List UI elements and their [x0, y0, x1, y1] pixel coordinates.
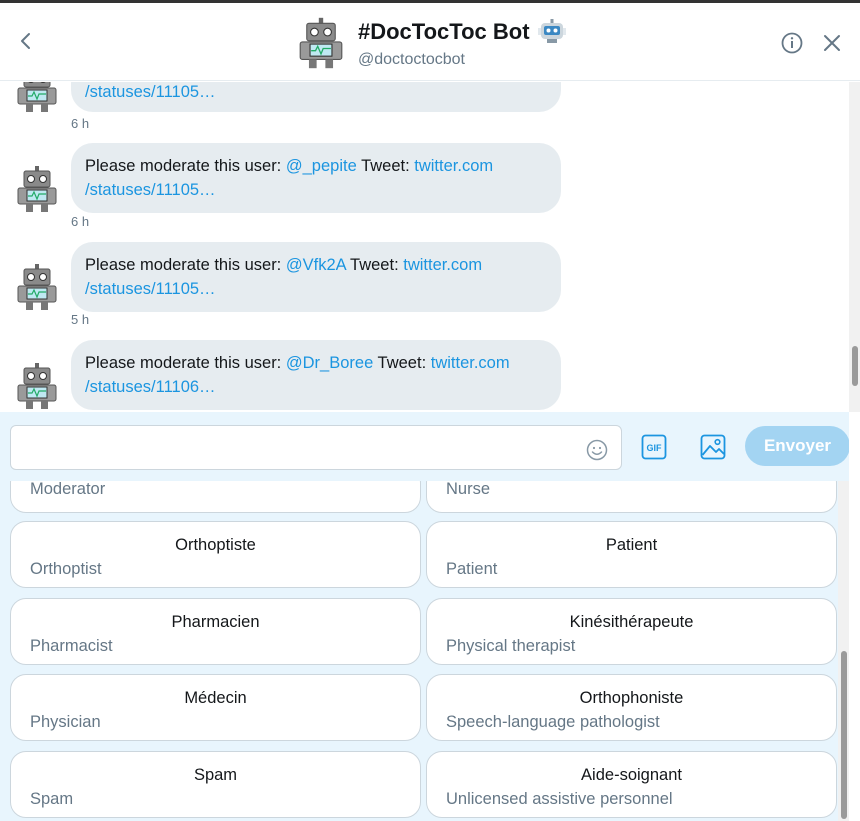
quick-reply-moderator[interactable]: Moderator — [10, 481, 421, 513]
quick-reply-physician[interactable]: Médecin Physician — [10, 674, 421, 741]
quick-reply-physical-therapist[interactable]: Kinésithérapeute Physical therapist — [426, 598, 837, 665]
message-bubble: /statuses/11105… — [71, 82, 561, 112]
option-title: Pharmacien — [171, 613, 260, 631]
send-button[interactable]: Envoyer — [745, 426, 850, 466]
back-arrow-icon[interactable] — [14, 29, 38, 53]
bot-message-avatar[interactable] — [16, 264, 58, 310]
gif-icon[interactable]: GIF — [641, 434, 667, 460]
option-subtitle: Moderator — [30, 481, 106, 498]
message-text: Please moderate this user: — [85, 157, 282, 175]
message-text: Please moderate this user: — [85, 354, 282, 372]
robot-emoji-icon — [537, 19, 566, 45]
message-list[interactable]: /statuses/11105… 6 h Please moderate thi… — [0, 82, 860, 412]
option-title: Médecin — [184, 689, 247, 707]
message-bubble: Please moderate this user: @Dr_Boree Twe… — [71, 340, 561, 410]
option-subtitle: Orthoptist — [30, 560, 102, 578]
tweet-link[interactable]: twitter.com — [403, 256, 482, 274]
quick-reply-nurse[interactable]: Nurse — [426, 481, 837, 513]
scrollbar-thumb[interactable] — [841, 651, 847, 819]
tweet-link[interactable]: /statuses/11105… — [85, 83, 216, 101]
bot-message-avatar[interactable] — [16, 82, 58, 112]
option-subtitle: Unlicensed assistive personnel — [446, 790, 673, 808]
tweet-label: Tweet: — [350, 256, 399, 274]
tweet-link-path[interactable]: /statuses/11106… — [85, 378, 216, 396]
tweet-link-path[interactable]: /statuses/11105… — [85, 280, 216, 298]
option-title: Kinésithérapeute — [569, 613, 694, 631]
option-title: Patient — [605, 536, 658, 554]
message-time: 5 h — [71, 312, 90, 327]
conversation-header: #DocTocToc Bot @doctoctocbot — [0, 3, 860, 81]
quick-reply-spam[interactable]: Spam Spam — [10, 751, 421, 818]
tweet-link-path[interactable]: /statuses/11105… — [85, 181, 216, 199]
tweet-label: Tweet: — [377, 354, 427, 372]
option-title: Spam — [193, 766, 238, 784]
window-right-edge — [849, 412, 860, 821]
message-scrollbar[interactable] — [849, 82, 860, 412]
quick-reply-speech-pathologist[interactable]: Orthophoniste Speech-language pathologis… — [426, 674, 837, 741]
option-title: Orthoptiste — [175, 536, 256, 554]
message-time: 6 h — [71, 116, 90, 131]
user-mention-link[interactable]: @_pepite — [286, 157, 357, 175]
option-subtitle: Physical therapist — [446, 637, 576, 655]
gif-label: GIF — [647, 443, 663, 453]
message-bubble: Please moderate this user: @_pepite Twee… — [71, 143, 561, 213]
option-subtitle: Speech-language pathologist — [446, 713, 660, 731]
quick-reply-orthoptist[interactable]: Orthoptiste Orthoptist — [10, 521, 421, 588]
tweet-link[interactable]: twitter.com — [431, 354, 510, 372]
message-bubble: Please moderate this user: @Vfk2A Tweet:… — [71, 242, 561, 312]
message-composer: GIF Envoyer — [0, 412, 860, 482]
quick-reply-patient[interactable]: Patient Patient — [426, 521, 837, 588]
conversation-handle: @doctoctocbot — [358, 51, 465, 68]
option-subtitle: Physician — [30, 713, 101, 731]
tweet-label: Tweet: — [361, 157, 410, 175]
quick-reply-pharmacist[interactable]: Pharmacien Pharmacist — [10, 598, 421, 665]
option-subtitle: Pharmacist — [30, 637, 113, 655]
user-mention-link[interactable]: @Vfk2A — [286, 256, 346, 274]
message-time: 6 h — [71, 214, 90, 229]
image-icon[interactable] — [700, 434, 726, 460]
message-input[interactable] — [10, 425, 622, 470]
bot-message-avatar[interactable] — [16, 363, 58, 409]
options-scrollbar[interactable] — [838, 481, 849, 821]
option-title: Orthophoniste — [579, 689, 684, 707]
option-subtitle: Spam — [30, 790, 74, 808]
conversation-title: #DocTocToc Bot — [358, 19, 530, 44]
option-subtitle: Nurse — [446, 481, 491, 498]
close-icon[interactable] — [822, 33, 842, 53]
tweet-link[interactable]: twitter.com — [414, 157, 493, 175]
quick-reply-options[interactable]: Moderator Nurse Orthoptiste Orthoptist P… — [0, 481, 860, 821]
message-text: Please moderate this user: — [85, 256, 282, 274]
option-subtitle: Patient — [446, 560, 498, 578]
emoji-icon[interactable] — [586, 439, 608, 461]
scrollbar-thumb[interactable] — [852, 346, 858, 386]
quick-reply-assistive-personnel[interactable]: Aide-soignant Unlicensed assistive perso… — [426, 751, 837, 818]
bot-message-avatar[interactable] — [16, 166, 58, 212]
info-icon[interactable] — [780, 31, 804, 55]
bot-avatar[interactable] — [298, 17, 344, 69]
option-title: Aide-soignant — [581, 766, 682, 784]
user-mention-link[interactable]: @Dr_Boree — [286, 354, 373, 372]
